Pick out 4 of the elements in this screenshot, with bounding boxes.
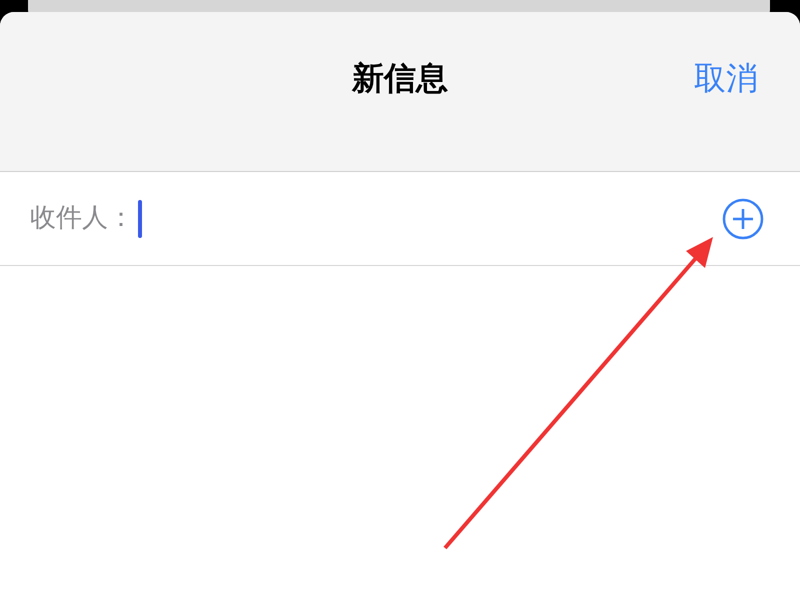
add-contact-icon[interactable] [722, 198, 764, 240]
sheet-title: 新信息 [352, 58, 448, 99]
cancel-button[interactable]: 取消 [694, 58, 758, 98]
recipient-label: 收件人： [30, 202, 134, 235]
